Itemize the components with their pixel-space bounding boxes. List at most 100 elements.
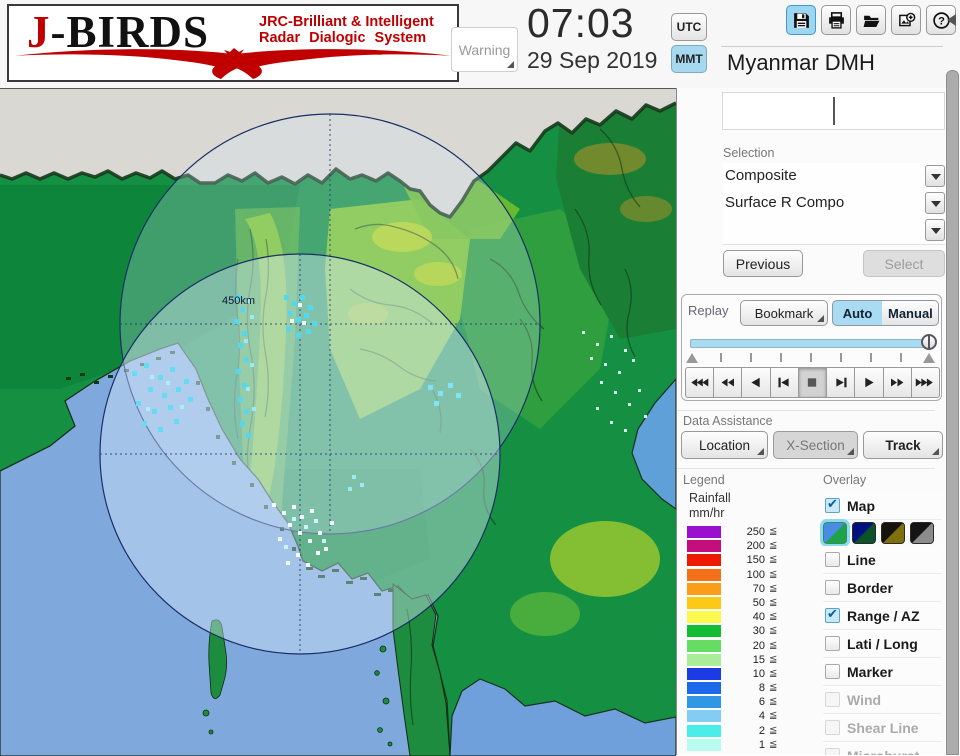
legend-row: 70 ≦: [687, 582, 787, 596]
overlay-item-label: Marker: [847, 663, 893, 680]
rewind-3-button[interactable]: [685, 367, 715, 398]
toolbar: ?: [786, 5, 956, 35]
map-style-swatch-4[interactable]: [910, 521, 934, 544]
selection-field-3-dropdown-button[interactable]: [925, 219, 945, 241]
slider-tick: [840, 353, 842, 362]
overlay-item-border[interactable]: Border: [823, 574, 942, 602]
legend-row: 40 ≦: [687, 610, 787, 624]
x-section-button[interactable]: X-Section: [773, 431, 858, 459]
map-style-swatch-1[interactable]: [823, 521, 847, 544]
forward-2-button[interactable]: [882, 367, 912, 398]
print-icon: [828, 11, 844, 29]
legend-value: 50: [752, 596, 765, 609]
track-button[interactable]: Track: [863, 431, 943, 459]
step-first-button[interactable]: [769, 367, 799, 398]
play-reverse-icon: [751, 377, 760, 388]
overlay-item-label: Microburst: [847, 748, 919, 756]
legend-value: 40: [752, 611, 765, 624]
header-separator: [721, 46, 943, 47]
warning-button[interactable]: Warning: [451, 27, 518, 72]
logo-subtitle-line2: Radar Dialogic System: [259, 30, 427, 46]
legend-row: 200 ≦: [687, 539, 787, 553]
checkbox: [825, 720, 840, 735]
legend-color-swatch: [687, 625, 721, 638]
legend-lte-icon: ≦: [769, 639, 778, 651]
play-button[interactable]: [854, 367, 884, 398]
utc-button[interactable]: UTC: [671, 13, 707, 41]
legend-row: 6 ≦: [687, 695, 787, 709]
legend-lte-icon: ≦: [769, 582, 778, 594]
overlay-item-line[interactable]: Line: [823, 546, 942, 574]
jbirds-app: { "header": { "logo": { "title_red": "J"…: [0, 0, 960, 756]
legend-value: 8: [758, 682, 765, 695]
checkbox[interactable]: [825, 636, 840, 651]
overlay-label: Overlay: [823, 473, 867, 487]
overlay-item-range-az[interactable]: Range / AZ: [823, 602, 942, 630]
legend-label: Legend: [683, 473, 725, 487]
overlay-item-map[interactable]: Map: [823, 492, 942, 520]
legend-color-swatch: [687, 611, 721, 624]
overlay-item-microburst: Microburst: [823, 742, 942, 755]
print-button[interactable]: [821, 5, 851, 35]
slider-tick: [720, 353, 722, 362]
overlay-item-lati-long[interactable]: Lati / Long: [823, 630, 942, 658]
legend-row: 8 ≦: [687, 681, 787, 695]
panel-edge-scrollbar[interactable]: [946, 70, 959, 755]
stop-button[interactable]: [797, 367, 828, 398]
legend-value: 150: [746, 554, 765, 567]
save-button[interactable]: [786, 5, 816, 35]
legend-row: 150 ≦: [687, 553, 787, 567]
checkbox: [825, 748, 840, 755]
slider-tick: [870, 353, 872, 362]
mmt-label: MMT: [675, 52, 703, 66]
legend-lte-icon: ≦: [769, 611, 778, 623]
legend-lte-icon: ≦: [769, 568, 778, 580]
legend-row: 20 ≦: [687, 639, 787, 653]
mmt-button[interactable]: MMT: [671, 45, 707, 73]
forward-3-button[interactable]: [910, 367, 940, 398]
bookmark-button[interactable]: Bookmark: [740, 300, 828, 326]
legend-color-swatch: [687, 568, 721, 581]
legend-value: 100: [746, 568, 765, 581]
step-first-icon: [778, 377, 789, 388]
play-reverse-button[interactable]: [741, 367, 771, 398]
legend-row: 2 ≦: [687, 724, 787, 738]
panel-collapse-arrow-icon[interactable]: [947, 14, 956, 26]
replay-slider-track[interactable]: [690, 339, 927, 348]
rewind-2-button[interactable]: [713, 367, 743, 398]
map-style-swatch-3[interactable]: [881, 521, 905, 544]
legend-value: 4: [758, 710, 765, 723]
checkbox[interactable]: [825, 607, 840, 623]
checkbox[interactable]: [825, 497, 840, 513]
legend-lte-icon: ≦: [769, 724, 778, 736]
jbirds-logo: J-BIRDS JRC-Brilliant & Intelligent Rada…: [7, 4, 459, 82]
selection-text-input[interactable]: [722, 92, 945, 130]
selection-field-2[interactable]: Surface R Compo: [723, 190, 945, 218]
add-image-button[interactable]: [891, 5, 921, 35]
checkbox[interactable]: [825, 552, 840, 567]
legend-value: 30: [752, 625, 765, 638]
manual-button[interactable]: Manual: [882, 300, 939, 326]
legend-lte-icon: ≦: [769, 667, 778, 679]
legend-row: 30 ≦: [687, 624, 787, 638]
checkbox: [825, 692, 840, 707]
selection-field-2-dropdown-button[interactable]: [925, 192, 945, 214]
map-style-swatch-2[interactable]: [852, 521, 876, 544]
selection-field-3[interactable]: [723, 217, 945, 245]
selection-field-1-dropdown-button[interactable]: [925, 165, 945, 187]
open-folder-button[interactable]: [856, 5, 886, 35]
selection-field-1-value: Composite: [725, 167, 797, 184]
step-last-button[interactable]: [826, 367, 856, 398]
logo-subtitle-line1: JRC-Brilliant & Intelligent: [259, 14, 434, 30]
location-button[interactable]: Location: [681, 431, 768, 459]
replay-label: Replay: [688, 303, 729, 318]
radar-map-area[interactable]: 450km: [0, 88, 676, 756]
overlay-item-label: Line: [847, 551, 876, 568]
selection-field-1[interactable]: Composite: [723, 163, 945, 191]
checkbox[interactable]: [825, 664, 840, 679]
previous-button[interactable]: Previous: [723, 250, 803, 277]
overlay-item-marker[interactable]: Marker: [823, 658, 942, 686]
checkbox[interactable]: [825, 580, 840, 595]
replay-slider-handle[interactable]: [921, 334, 937, 350]
auto-button[interactable]: Auto: [832, 300, 883, 326]
